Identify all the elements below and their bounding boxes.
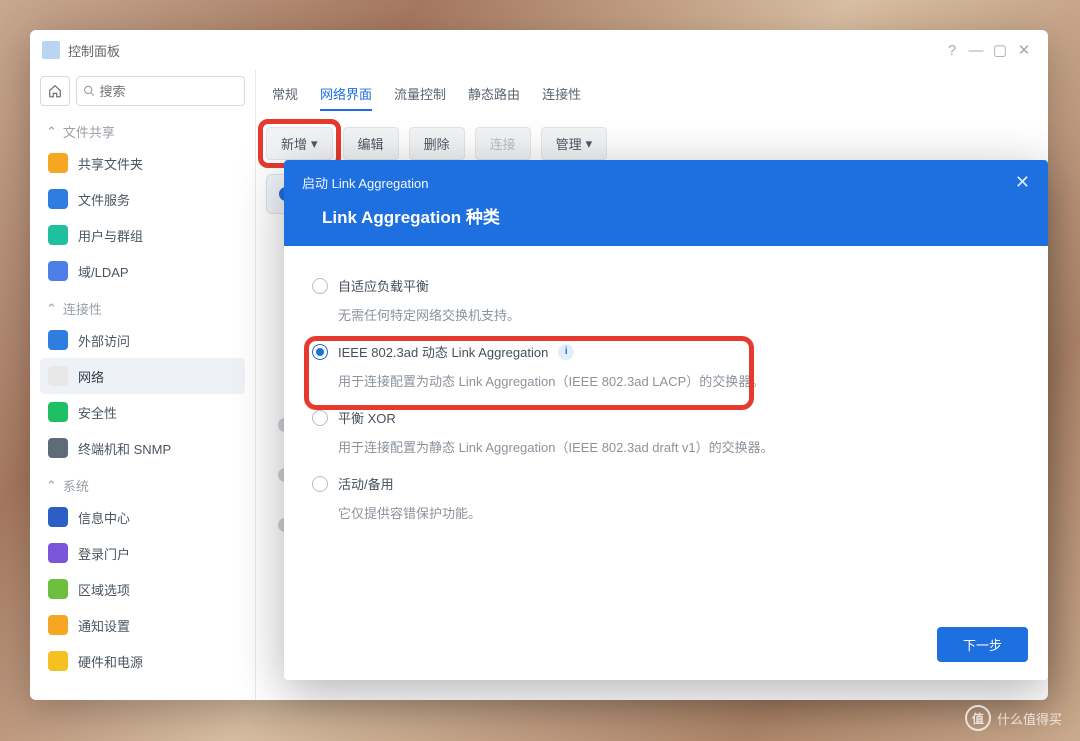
radio-button[interactable] (312, 344, 328, 360)
sidebar-item[interactable]: 终端机和 SNMP (40, 430, 245, 466)
radio-button[interactable] (312, 278, 328, 294)
option-title: IEEE 802.3ad 动态 Link Aggregation (338, 342, 548, 361)
chevron-down-icon: ▾ (311, 136, 318, 152)
manage-button[interactable]: 管理 ▾ (541, 127, 608, 160)
watermark-text: 什么值得买 (997, 709, 1062, 728)
sidebar-item-label: 安全性 (78, 403, 117, 422)
modal-title: Link Aggregation 种类 (302, 203, 1030, 228)
sidebar-group-header[interactable]: ⌃系统 (40, 466, 245, 499)
connect-button[interactable]: 连接 (475, 127, 531, 160)
home-button[interactable] (40, 76, 70, 106)
option-desc: 用于连接配置为动态 Link Aggregation（IEEE 802.3ad … (338, 371, 1020, 390)
sidebar-item-label: 网络 (78, 367, 104, 386)
tab[interactable]: 流量控制 (394, 84, 446, 111)
sidebar-item-icon (48, 579, 68, 599)
sidebar-item-icon (48, 438, 68, 458)
modal-breadcrumb: 启动 Link Aggregation (302, 173, 428, 192)
sidebar-item-icon (48, 225, 68, 245)
tab[interactable]: 网络界面 (320, 84, 372, 111)
sidebar-item[interactable]: 登录门户 (40, 535, 245, 571)
option-desc: 它仅提供容错保护功能。 (338, 503, 1020, 522)
watermark: 值 什么值得买 (965, 705, 1062, 731)
search-input[interactable] (100, 84, 238, 99)
window-title: 控制面板 (68, 41, 120, 60)
tabs: 常规网络界面流量控制静态路由连接性 (266, 78, 1026, 123)
aggregation-option[interactable]: 自适应负载平衡无需任何特定网络交换机支持。 (312, 276, 1020, 324)
sidebar-item-label: 用户与群组 (78, 226, 143, 245)
tab[interactable]: 常规 (272, 84, 298, 111)
sidebar-item[interactable]: 域/LDAP (40, 253, 245, 289)
sidebar-item-label: 文件服务 (78, 190, 130, 209)
delete-button[interactable]: 删除 (409, 127, 465, 160)
sidebar-item-icon (48, 366, 68, 386)
modal-footer: 下一步 (284, 613, 1048, 680)
maximize-button[interactable]: ▢ (988, 41, 1012, 59)
sidebar-item-label: 区域选项 (78, 580, 130, 599)
chevron-down-icon: ▾ (586, 136, 593, 152)
modal-close-button[interactable]: ✕ (1015, 172, 1030, 193)
option-title: 自适应负载平衡 (338, 276, 429, 295)
titlebar: 控制面板 ? — ▢ ✕ (30, 30, 1048, 70)
sidebar-item[interactable]: 共享文件夹 (40, 145, 245, 181)
sidebar-item-icon (48, 261, 68, 281)
sidebar-item[interactable]: 硬件和电源 (40, 643, 245, 679)
sidebar: ⌃文件共享共享文件夹文件服务用户与群组域/LDAP ⌃连接性外部访问网络安全性终端… (30, 70, 256, 700)
radio-button[interactable] (312, 476, 328, 492)
aggregation-option[interactable]: 平衡 XOR 用于连接配置为静态 Link Aggregation（IEEE 80… (312, 408, 1020, 456)
sidebar-item[interactable]: 文件服务 (40, 181, 245, 217)
sidebar-item-icon (48, 189, 68, 209)
aggregation-option[interactable]: 活动/备用它仅提供容错保护功能。 (312, 474, 1020, 522)
sidebar-item-label: 外部访问 (78, 331, 130, 350)
radio-button[interactable] (312, 410, 328, 426)
add-button[interactable]: 新增 ▾ (266, 127, 333, 160)
sidebar-item-label: 终端机和 SNMP (78, 439, 171, 458)
sidebar-item-label: 域/LDAP (78, 262, 129, 281)
option-desc: 无需任何特定网络交换机支持。 (338, 305, 1020, 324)
sidebar-item[interactable]: 外部访问 (40, 322, 245, 358)
help-button[interactable]: ? (940, 42, 964, 59)
sidebar-group-header[interactable]: ⌃文件共享 (40, 112, 245, 145)
sidebar-item-label: 共享文件夹 (78, 154, 143, 173)
option-title: 平衡 XOR (338, 408, 396, 427)
aggregation-option[interactable]: IEEE 802.3ad 动态 Link Aggregation i 用于连接配置… (312, 342, 1020, 390)
sidebar-item-icon (48, 543, 68, 563)
sidebar-item-icon (48, 402, 68, 422)
search-input-wrap[interactable] (76, 76, 245, 106)
option-desc: 用于连接配置为静态 Link Aggregation（IEEE 802.3ad … (338, 437, 1020, 456)
sidebar-item-icon (48, 651, 68, 671)
watermark-badge: 值 (965, 705, 991, 731)
toolbar: 新增 ▾ 编辑 删除 连接 管理 ▾ (266, 127, 1026, 160)
sidebar-item-icon (48, 330, 68, 350)
edit-button[interactable]: 编辑 (343, 127, 399, 160)
sidebar-item[interactable]: 信息中心 (40, 499, 245, 535)
next-button[interactable]: 下一步 (937, 627, 1028, 662)
tab[interactable]: 静态路由 (468, 84, 520, 111)
sidebar-item-icon (48, 153, 68, 173)
sidebar-item[interactable]: 用户与群组 (40, 217, 245, 253)
tab[interactable]: 连接性 (542, 84, 581, 111)
chevron-up-icon: ⌃ (46, 301, 57, 317)
app-icon (42, 41, 60, 59)
option-title: 活动/备用 (338, 474, 394, 493)
chevron-up-icon: ⌃ (46, 478, 57, 494)
modal-body: 自适应负载平衡无需任何特定网络交换机支持。 IEEE 802.3ad 动态 Lin… (284, 246, 1048, 613)
sidebar-group-header[interactable]: ⌃连接性 (40, 289, 245, 322)
sidebar-item[interactable]: 区域选项 (40, 571, 245, 607)
sidebar-item-label: 信息中心 (78, 508, 130, 527)
info-icon[interactable]: i (558, 344, 574, 360)
chevron-up-icon: ⌃ (46, 124, 57, 140)
sidebar-item-label: 登录门户 (78, 544, 130, 563)
minimize-button[interactable]: — (964, 42, 988, 59)
sidebar-item-label: 通知设置 (78, 616, 130, 635)
sidebar-item[interactable]: 网络 (40, 358, 245, 394)
sidebar-item[interactable]: 通知设置 (40, 607, 245, 643)
close-button[interactable]: ✕ (1012, 41, 1036, 59)
sidebar-item[interactable]: 安全性 (40, 394, 245, 430)
sidebar-item-label: 硬件和电源 (78, 652, 143, 671)
sidebar-item-icon (48, 615, 68, 635)
modal-header: 启动 Link Aggregation ✕ Link Aggregation 种… (284, 160, 1048, 246)
search-icon (83, 84, 96, 98)
sidebar-item-icon (48, 507, 68, 527)
link-aggregation-modal: 启动 Link Aggregation ✕ Link Aggregation 种… (284, 160, 1048, 680)
